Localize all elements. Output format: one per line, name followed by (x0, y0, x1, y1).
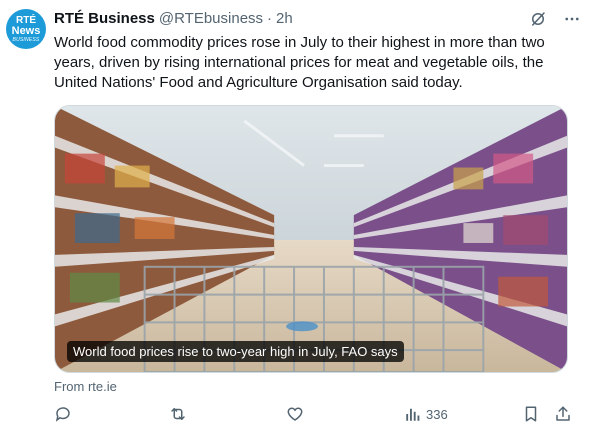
author-name[interactable]: RTÉ Business (54, 10, 155, 27)
share-button[interactable] (554, 405, 572, 423)
like-button[interactable] (286, 405, 304, 423)
avatar-line-2: News (11, 24, 41, 37)
views-button[interactable]: 336 (404, 405, 448, 423)
separator: · (267, 10, 273, 27)
reply-button[interactable] (54, 405, 72, 423)
timestamp[interactable]: 2h (276, 10, 293, 27)
card-source[interactable]: From rte.ie (54, 379, 117, 394)
heart-icon (287, 407, 303, 421)
more-icon[interactable] (562, 9, 582, 29)
bookmark-button[interactable] (522, 405, 540, 423)
repost-button[interactable] (169, 405, 187, 423)
supermarket-aisle-image (55, 106, 567, 372)
author-handle[interactable]: @RTEbusiness (159, 10, 263, 27)
share-icon (556, 406, 570, 421)
views-icon (406, 408, 420, 421)
avatar[interactable]: RTÉ News BUSINESS (6, 9, 46, 49)
tweet-text: World food commodity prices rose in July… (54, 34, 545, 91)
reply-icon (55, 407, 70, 422)
bookmark-icon (525, 406, 537, 422)
grok-icon[interactable] (528, 9, 548, 29)
tweet[interactable]: RTÉ News BUSINESS RTÉ Business @RTEbusin… (0, 0, 596, 438)
link-card[interactable]: World food prices rise to two-year high … (54, 105, 568, 373)
action-bar: 336 (54, 405, 580, 429)
card-caption: World food prices rise to two-year high … (67, 341, 404, 362)
avatar-line-3: BUSINESS (12, 36, 40, 43)
avatar-line-1: RTÉ (16, 14, 36, 26)
tweet-header: RTÉ Business @RTEbusiness · 2h (54, 10, 293, 27)
views-count: 336 (426, 406, 448, 422)
header-icons (528, 9, 582, 29)
repost-icon (171, 408, 185, 420)
